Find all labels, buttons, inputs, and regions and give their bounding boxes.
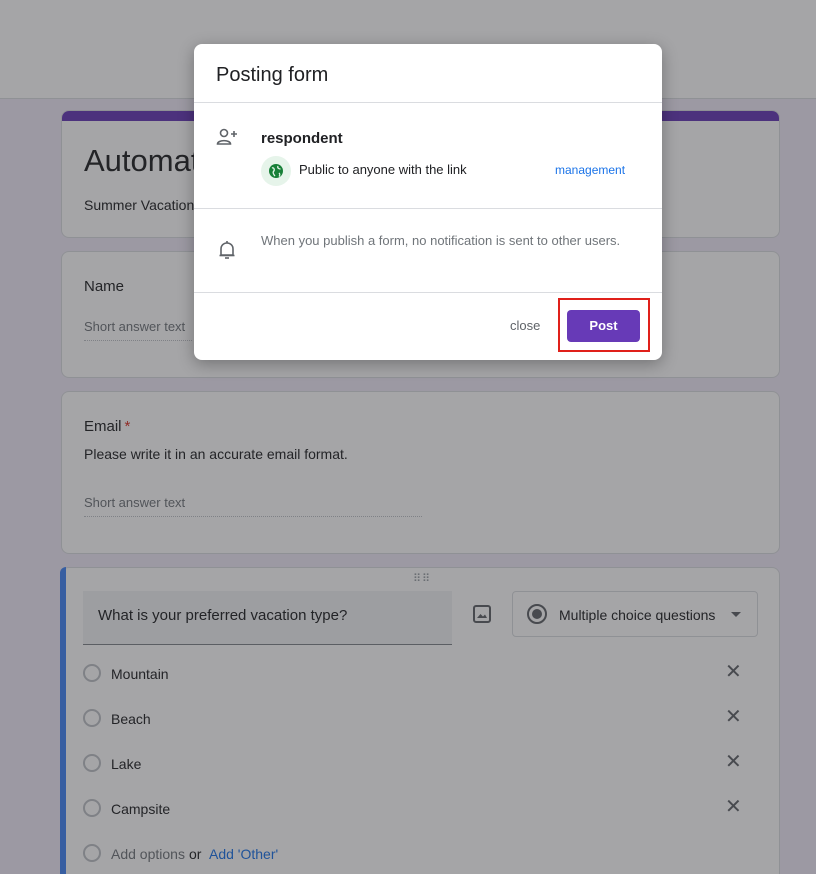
dialog-title: Posting form: [216, 64, 329, 86]
globe-icon: [269, 164, 283, 178]
close-button[interactable]: close: [510, 318, 540, 333]
access-description: Public to anyone with the link: [299, 162, 467, 177]
respondent-title: respondent: [261, 130, 343, 147]
add-person-icon: [216, 128, 237, 145]
globe-icon-badge: [261, 156, 291, 186]
notification-notice: When you publish a form, no notification…: [261, 233, 621, 248]
annotation-highlight-box: [558, 298, 650, 352]
divider: [194, 208, 662, 209]
bell-icon: [219, 241, 235, 259]
divider: [194, 102, 662, 103]
management-link[interactable]: management: [555, 163, 625, 177]
divider: [194, 292, 662, 293]
